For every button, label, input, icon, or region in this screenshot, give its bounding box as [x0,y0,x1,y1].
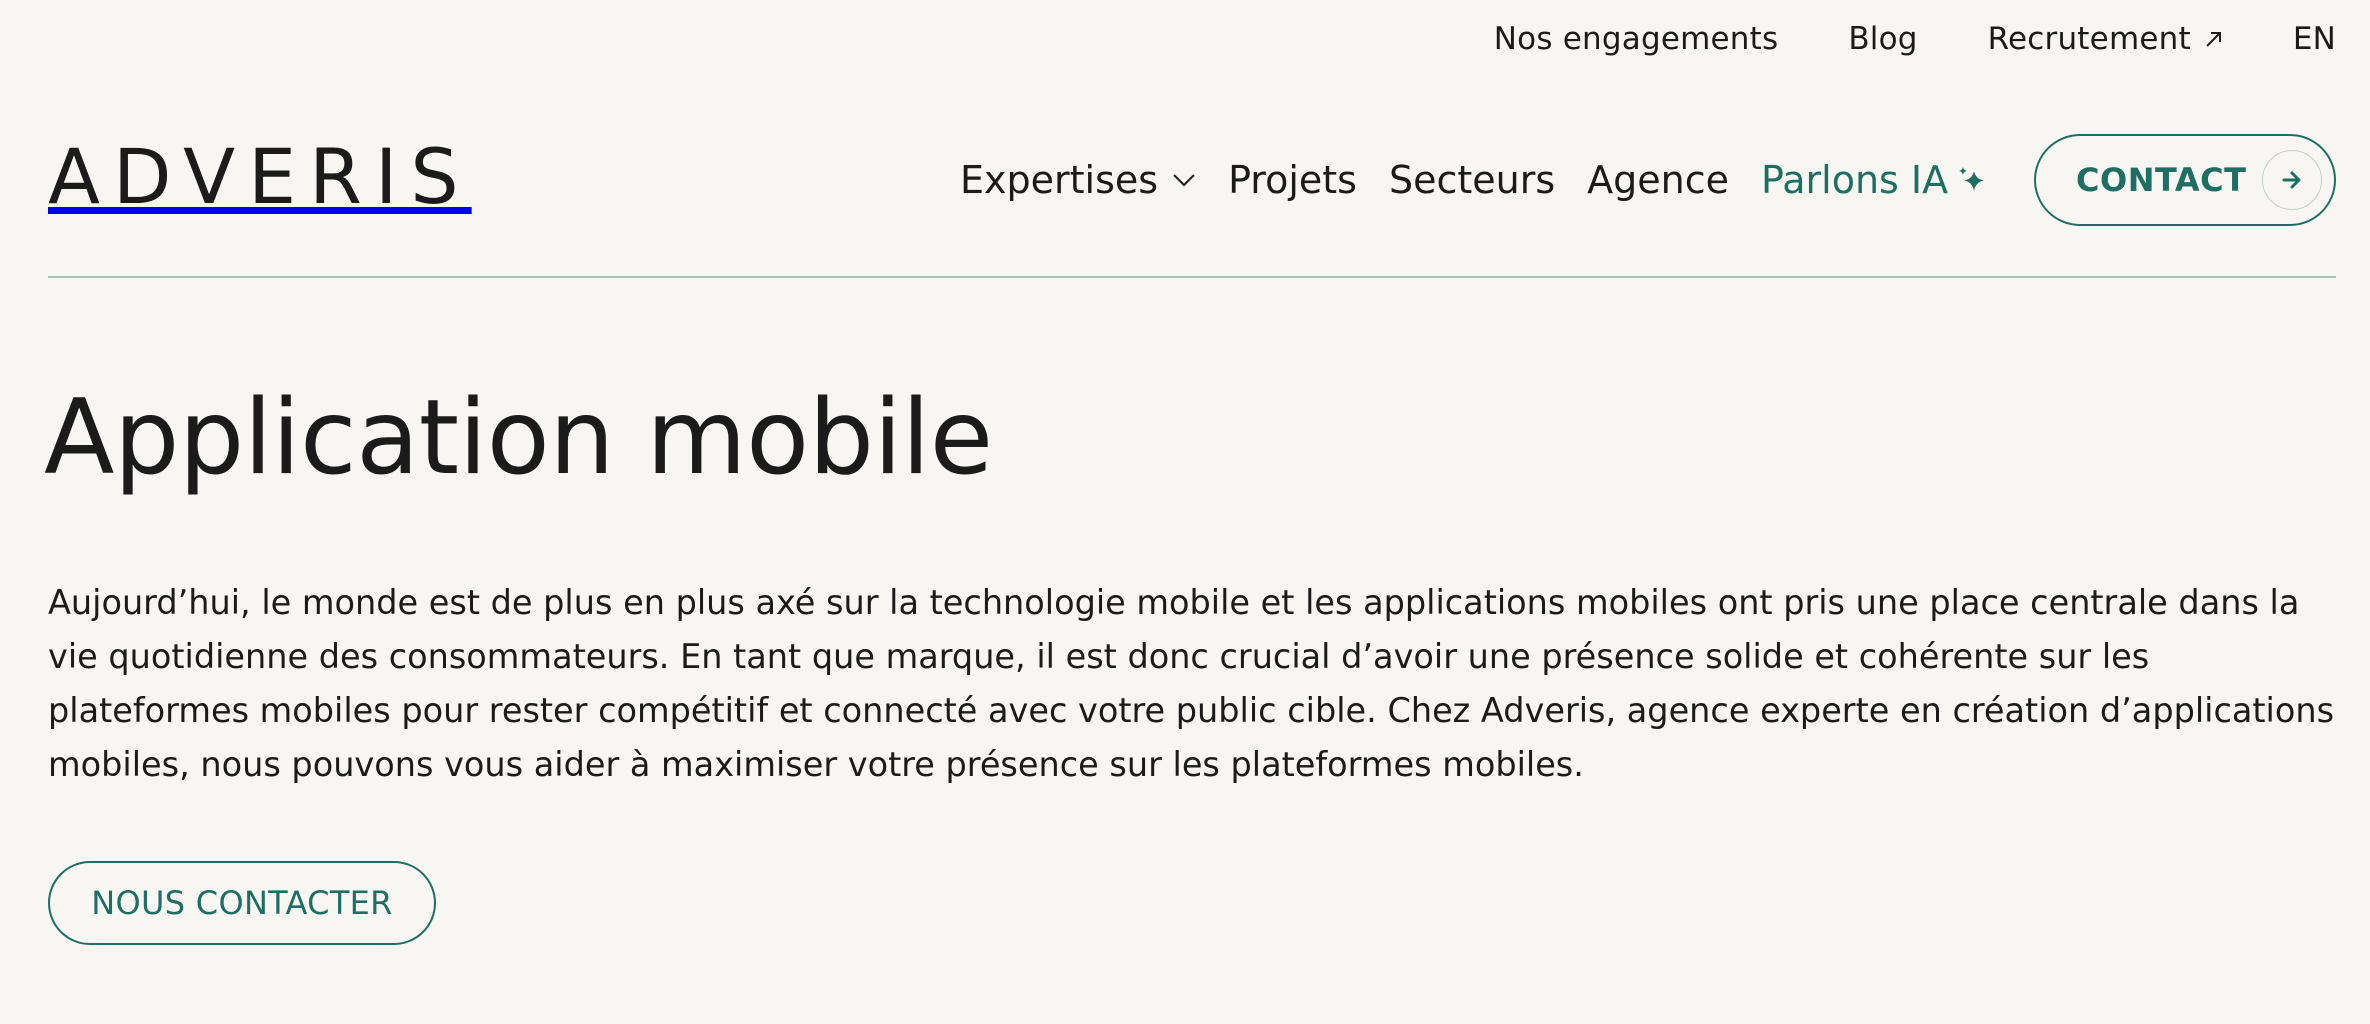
nav-item-parlons-ia-label: Parlons IA [1761,158,1949,202]
recrutement-label: Recrutement [1987,21,2191,57]
contact-us-button[interactable]: NOUS CONTACTER [48,861,436,945]
utility-nav: Nos engagements Blog Recrutement EN [1494,14,2336,64]
contact-button[interactable]: CONTACT [2034,134,2336,226]
arrow-right-icon [2262,150,2322,210]
topbar-link-recrutement[interactable]: Recrutement [1988,21,2225,57]
external-link-icon [2203,28,2225,50]
sparkle-icon [1956,165,1988,195]
nav-item-agence[interactable]: Agence [1587,158,1729,202]
nav-item-projets[interactable]: Projets [1228,158,1357,202]
contact-us-button-label: NOUS CONTACTER [91,884,393,922]
nav-item-expertises[interactable]: Expertises [960,158,1196,202]
topbar-link-blog[interactable]: Blog [1848,21,1917,57]
topbar-link-engagements[interactable]: Nos engagements [1494,21,1779,57]
chevron-down-icon [1172,173,1196,187]
nav-item-parlons-ia[interactable]: Parlons IA [1761,158,1988,202]
nav-item-expertises-label: Expertises [960,158,1159,202]
language-switch-en[interactable]: EN [2293,21,2336,57]
intro-paragraph: Aujourd’hui, le monde est de plus en plu… [48,583,2335,784]
contact-button-label: CONTACT [2076,161,2247,199]
page-title: Application mobile [44,378,993,498]
logo-text: ADVERIS [48,132,472,221]
site-logo[interactable]: ADVERIS [48,132,472,221]
main-nav: Expertises Projets Secteurs Agence Parlo… [960,134,2336,226]
nav-item-secteurs[interactable]: Secteurs [1389,158,1555,202]
header-divider [48,276,2336,278]
